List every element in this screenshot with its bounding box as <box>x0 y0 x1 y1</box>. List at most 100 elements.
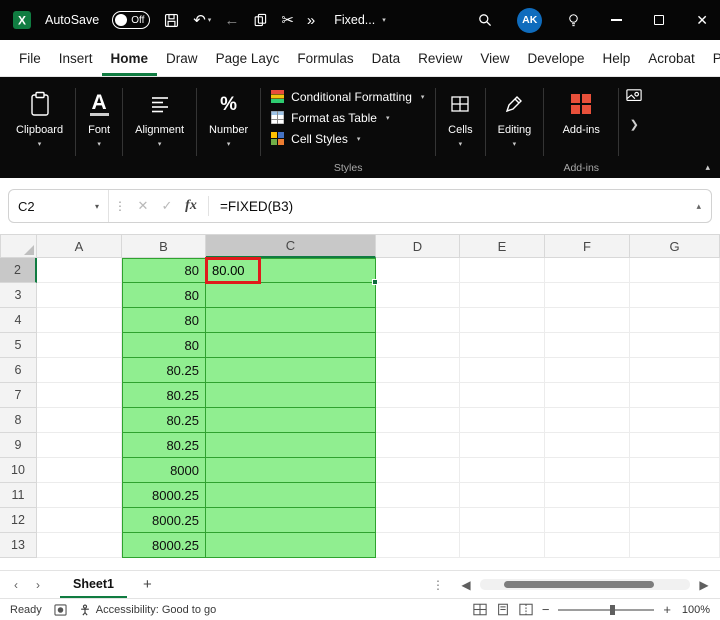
cell-F4[interactable] <box>545 308 630 333</box>
ribbon-group-addins[interactable]: Add-ins Add-ins <box>546 80 616 178</box>
menu-item-review[interactable]: Review <box>409 40 471 76</box>
cell-E4[interactable] <box>460 308 545 333</box>
cell-B13[interactable]: 8000.25 <box>122 533 206 558</box>
cell-B12[interactable]: 8000.25 <box>122 508 206 533</box>
menu-item-insert[interactable]: Insert <box>50 40 102 76</box>
row-header-6[interactable]: 6 <box>0 358 37 383</box>
page-break-view-icon[interactable] <box>519 603 533 616</box>
cell-C10[interactable] <box>206 458 376 483</box>
cell-C4[interactable] <box>206 308 376 333</box>
undo-icon[interactable]: ↶ ▾ <box>193 11 211 29</box>
cell-E2[interactable] <box>460 258 545 283</box>
formula-bar-expand-icon[interactable]: ▴ <box>686 201 711 212</box>
row-header-12[interactable]: 12 <box>0 508 37 533</box>
row-header-9[interactable]: 9 <box>0 433 37 458</box>
cell-D4[interactable] <box>376 308 460 333</box>
cell-B6[interactable]: 80.25 <box>122 358 206 383</box>
cell-D5[interactable] <box>376 333 460 358</box>
row-header-4[interactable]: 4 <box>0 308 37 333</box>
menu-item-home[interactable]: Home <box>102 40 158 76</box>
zoom-in-button[interactable]: + <box>663 602 671 617</box>
cell-F12[interactable] <box>545 508 630 533</box>
accessibility-status[interactable]: Accessibility: Good to go <box>79 604 216 616</box>
column-header-c[interactable]: C <box>206 234 376 258</box>
cell-E9[interactable] <box>460 433 545 458</box>
tab-scroll-divider-icon[interactable]: ⋮ <box>432 578 452 592</box>
cell-A6[interactable] <box>37 358 122 383</box>
chevron-right-icon[interactable]: ❯ <box>630 118 639 131</box>
cell-D7[interactable] <box>376 383 460 408</box>
zoom-level[interactable]: 100% <box>680 604 710 616</box>
cell-E6[interactable] <box>460 358 545 383</box>
more-commands-icon[interactable]: » <box>307 12 315 29</box>
cell-D12[interactable] <box>376 508 460 533</box>
row-header-8[interactable]: 8 <box>0 408 37 433</box>
cell-G5[interactable] <box>630 333 720 358</box>
cell-C12[interactable] <box>206 508 376 533</box>
zoom-slider[interactable] <box>558 604 655 615</box>
search-icon[interactable] <box>477 12 493 28</box>
cell-F8[interactable] <box>545 408 630 433</box>
row-header-5[interactable]: 5 <box>0 333 37 358</box>
cell-C6[interactable] <box>206 358 376 383</box>
close-button[interactable]: ✕ <box>696 12 708 29</box>
column-header-a[interactable]: A <box>37 234 122 258</box>
collapse-ribbon-icon[interactable]: ▴ <box>705 162 710 173</box>
hscroll-left-icon[interactable]: ◀ <box>458 578 474 592</box>
cell-A13[interactable] <box>37 533 122 558</box>
cell-E8[interactable] <box>460 408 545 433</box>
cell-E3[interactable] <box>460 283 545 308</box>
insert-function-icon[interactable]: fx <box>179 198 203 214</box>
ribbon-group-editing[interactable]: Editing ▾ <box>488 80 542 178</box>
cell-F5[interactable] <box>545 333 630 358</box>
cell-B2[interactable]: 80 <box>122 258 206 283</box>
cell-B11[interactable]: 8000.25 <box>122 483 206 508</box>
cell-B5[interactable]: 80 <box>122 333 206 358</box>
menu-item-develope[interactable]: Develope <box>518 40 593 76</box>
menu-item-file[interactable]: File <box>10 40 50 76</box>
cell-D10[interactable] <box>376 458 460 483</box>
menu-item-view[interactable]: View <box>471 40 518 76</box>
menu-item-draw[interactable]: Draw <box>157 40 207 76</box>
cell-C7[interactable] <box>206 383 376 408</box>
quick-command-dropdown[interactable]: Fixed... ▾ <box>328 13 392 27</box>
cell-D2[interactable] <box>376 258 460 283</box>
ribbon-group-font[interactable]: A Font ▾ <box>78 80 120 178</box>
cell-E13[interactable] <box>460 533 545 558</box>
cell-F6[interactable] <box>545 358 630 383</box>
maximize-button[interactable] <box>654 15 665 25</box>
cell-E10[interactable] <box>460 458 545 483</box>
cell-B10[interactable]: 8000 <box>122 458 206 483</box>
cell-F2[interactable] <box>545 258 630 283</box>
cell-C5[interactable] <box>206 333 376 358</box>
sheet-nav-right-icon[interactable]: › <box>30 578 46 592</box>
ribbon-group-number[interactable]: % Number ▾ <box>199 80 258 178</box>
row-header-13[interactable]: 13 <box>0 533 37 558</box>
cell-F9[interactable] <box>545 433 630 458</box>
row-header-10[interactable]: 10 <box>0 458 37 483</box>
column-header-b[interactable]: B <box>122 234 206 258</box>
cell-A2[interactable] <box>37 258 122 283</box>
cell-F3[interactable] <box>545 283 630 308</box>
fill-handle[interactable] <box>372 279 378 285</box>
row-header-2[interactable]: 2 <box>0 258 37 283</box>
cell-B9[interactable]: 80.25 <box>122 433 206 458</box>
cell-B4[interactable]: 80 <box>122 308 206 333</box>
cell-G2[interactable] <box>630 258 720 283</box>
cell-E12[interactable] <box>460 508 545 533</box>
cell-G7[interactable] <box>630 383 720 408</box>
cell-A7[interactable] <box>37 383 122 408</box>
cell-A8[interactable] <box>37 408 122 433</box>
cell-G4[interactable] <box>630 308 720 333</box>
select-all-corner[interactable] <box>0 234 37 258</box>
cell-A12[interactable] <box>37 508 122 533</box>
zoom-out-button[interactable]: − <box>542 602 550 617</box>
column-header-f[interactable]: F <box>545 234 630 258</box>
cell-G13[interactable] <box>630 533 720 558</box>
ribbon-group-alignment[interactable]: Alignment ▾ <box>125 80 194 178</box>
cell-E5[interactable] <box>460 333 545 358</box>
ribbon-group-cells[interactable]: Cells ▾ <box>438 80 482 178</box>
cell-C9[interactable] <box>206 433 376 458</box>
macro-record-icon[interactable] <box>54 603 67 616</box>
cell-D3[interactable] <box>376 283 460 308</box>
